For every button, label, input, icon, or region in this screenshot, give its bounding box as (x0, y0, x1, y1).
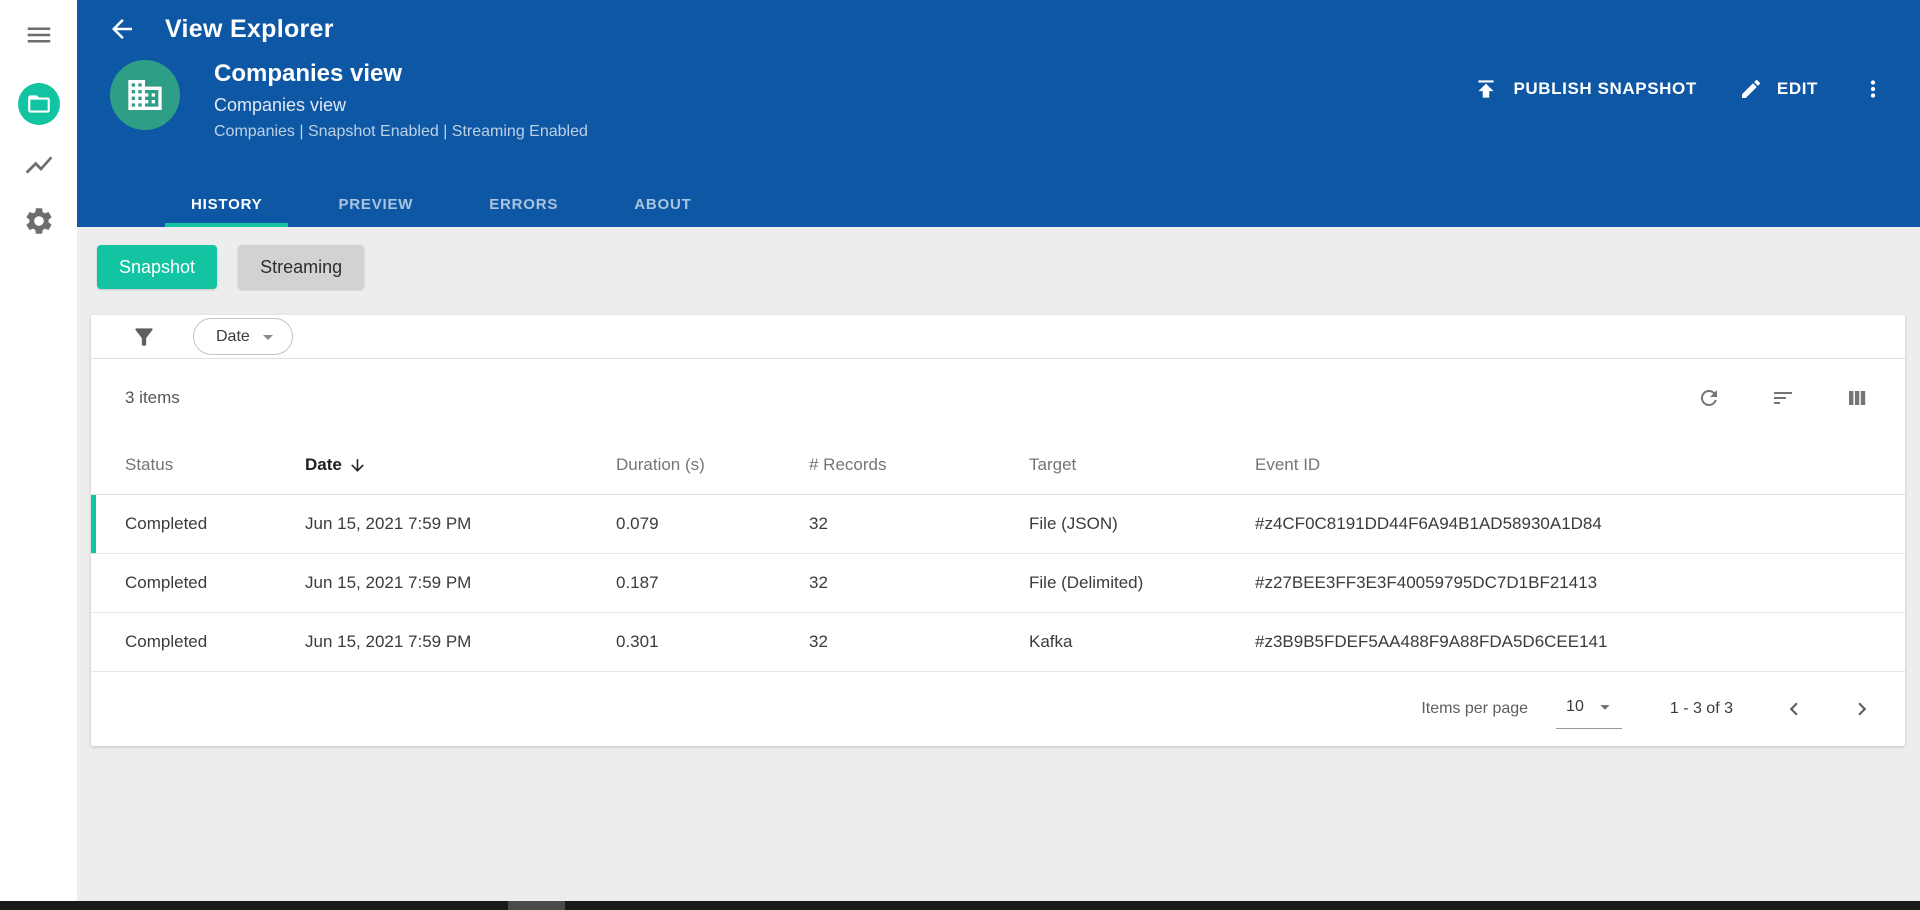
column-header-date[interactable]: Date (305, 455, 616, 475)
cell-date: Jun 15, 2021 7:59 PM (305, 632, 472, 651)
date-filter-dropdown[interactable]: Date (193, 318, 293, 355)
tab-bar: HISTORY PREVIEW ERRORS ABOUT (77, 182, 1920, 227)
cell-target: Kafka (1029, 632, 1073, 651)
entity-avatar (110, 60, 180, 130)
line-chart-icon (23, 149, 55, 181)
publish-snapshot-button[interactable]: PUBLISH SNAPSHOT (1473, 76, 1696, 102)
cell-status: Completed (125, 514, 208, 533)
sort-icon[interactable] (1771, 386, 1795, 410)
tab-history[interactable]: HISTORY (165, 182, 289, 227)
kebab-icon (1860, 76, 1886, 102)
table-toolbar: 3 items (91, 359, 1905, 436)
sidebar-item-settings[interactable] (23, 205, 55, 237)
items-count: 3 items (125, 387, 180, 407)
back-button[interactable] (107, 14, 137, 44)
page-title: View Explorer (165, 14, 334, 43)
tab-errors[interactable]: ERRORS (463, 182, 584, 227)
building-icon (125, 75, 165, 115)
previous-page-button[interactable] (1781, 696, 1807, 722)
entity-title: Companies view (214, 60, 403, 87)
refresh-icon[interactable] (1697, 386, 1721, 410)
page-size-select[interactable]: 10 (1556, 690, 1622, 729)
arrow-down-icon (348, 456, 367, 475)
folder-icon (26, 91, 52, 117)
cell-records: 32 (809, 632, 828, 651)
header-actions: PUBLISH SNAPSHOT EDIT (1473, 76, 1886, 102)
cell-target: File (JSON) (1029, 514, 1118, 533)
history-card: Date 3 items Status Date Duration (s) # … (91, 315, 1905, 746)
scrollbar-thumb[interactable] (508, 901, 565, 910)
cell-event-id: #z3B9B5FDEF5AA488F9A88FDA5D6CEE141 (1255, 632, 1608, 651)
column-header-records[interactable]: # Records (809, 455, 1029, 475)
tab-preview[interactable]: PREVIEW (312, 182, 439, 227)
cell-date: Jun 15, 2021 7:59 PM (305, 573, 472, 592)
table-row[interactable]: Completed Jun 15, 2021 7:59 PM 0.187 32 … (91, 554, 1905, 613)
cell-records: 32 (809, 573, 828, 592)
snapshot-button[interactable]: Snapshot (97, 245, 218, 289)
column-header-duration[interactable]: Duration (s) (616, 455, 809, 475)
app-bar: View Explorer (77, 0, 1920, 58)
entity-caption: Companies | Snapshot Enabled | Streaming… (214, 123, 588, 140)
tab-history-label: HISTORY (191, 196, 263, 213)
tab-about-label: ABOUT (634, 196, 692, 213)
filter-funnel-icon[interactable] (131, 324, 157, 350)
filter-bar: Date (91, 315, 1905, 359)
table-row[interactable]: Completed Jun 15, 2021 7:59 PM 0.301 32 … (91, 613, 1905, 672)
pagination-range: 1 - 3 of 3 (1669, 700, 1733, 717)
cell-status: Completed (125, 632, 208, 651)
columns-icon[interactable] (1845, 386, 1869, 410)
page-header: View Explorer Companies view Companies v… (77, 0, 1920, 227)
cell-status: Completed (125, 573, 208, 592)
more-options-button[interactable] (1860, 76, 1886, 102)
cell-event-id: #z4CF0C8191DD44F6A94B1AD58930A1D84 (1255, 514, 1602, 533)
cell-date: Jun 15, 2021 7:59 PM (305, 514, 472, 533)
column-header-event-id[interactable]: Event ID (1255, 455, 1905, 475)
cell-target: File (Delimited) (1029, 573, 1144, 592)
column-header-date-label: Date (305, 455, 342, 474)
pencil-icon (1739, 77, 1763, 101)
tab-preview-label: PREVIEW (338, 196, 414, 213)
mode-toggle: Snapshot Streaming (77, 227, 1920, 289)
date-filter-label: Date (216, 327, 250, 345)
arrow-left-icon (107, 14, 137, 44)
pagination-bar: Items per page 10 1 - 3 of 3 (91, 672, 1905, 746)
column-header-target[interactable]: Target (1029, 455, 1255, 475)
main-content: Snapshot Streaming Date 3 items Status D… (77, 227, 1920, 910)
tab-about[interactable]: ABOUT (608, 182, 717, 227)
cell-duration: 0.187 (616, 573, 659, 592)
upload-icon (1473, 76, 1499, 102)
table-row[interactable]: Completed Jun 15, 2021 7:59 PM 0.079 32 … (91, 495, 1905, 554)
items-per-page-label: Items per page (1421, 700, 1529, 717)
entity-subtitle: Companies view (214, 95, 347, 115)
edit-label: EDIT (1776, 79, 1818, 98)
streaming-button[interactable]: Streaming (238, 245, 365, 289)
cell-duration: 0.079 (616, 514, 659, 533)
page-size-value: 10 (1566, 697, 1584, 715)
tab-errors-label: ERRORS (489, 196, 559, 213)
edit-button[interactable]: EDIT (1739, 77, 1818, 101)
cell-records: 32 (809, 514, 828, 533)
horizontal-scrollbar[interactable] (0, 901, 1920, 910)
cell-duration: 0.301 (616, 632, 659, 651)
next-page-button[interactable] (1849, 696, 1875, 722)
left-sidebar (0, 0, 77, 910)
sidebar-item-views[interactable] (17, 83, 60, 125)
chevron-down-icon (256, 325, 280, 349)
hamburger-icon[interactable] (24, 20, 54, 50)
sidebar-item-activity[interactable] (23, 149, 55, 181)
entity-header: Companies view Companies view Companies … (77, 58, 1920, 144)
cell-event-id: #z27BEE3FF3E3F40059795DC7D1BF21413 (1255, 573, 1598, 592)
table-header-row: Status Date Duration (s) # Records Targe… (91, 436, 1905, 495)
column-header-status[interactable]: Status (125, 455, 305, 475)
gear-icon (23, 205, 55, 237)
publish-snapshot-label: PUBLISH SNAPSHOT (1513, 79, 1697, 98)
chevron-down-icon (1594, 696, 1616, 718)
